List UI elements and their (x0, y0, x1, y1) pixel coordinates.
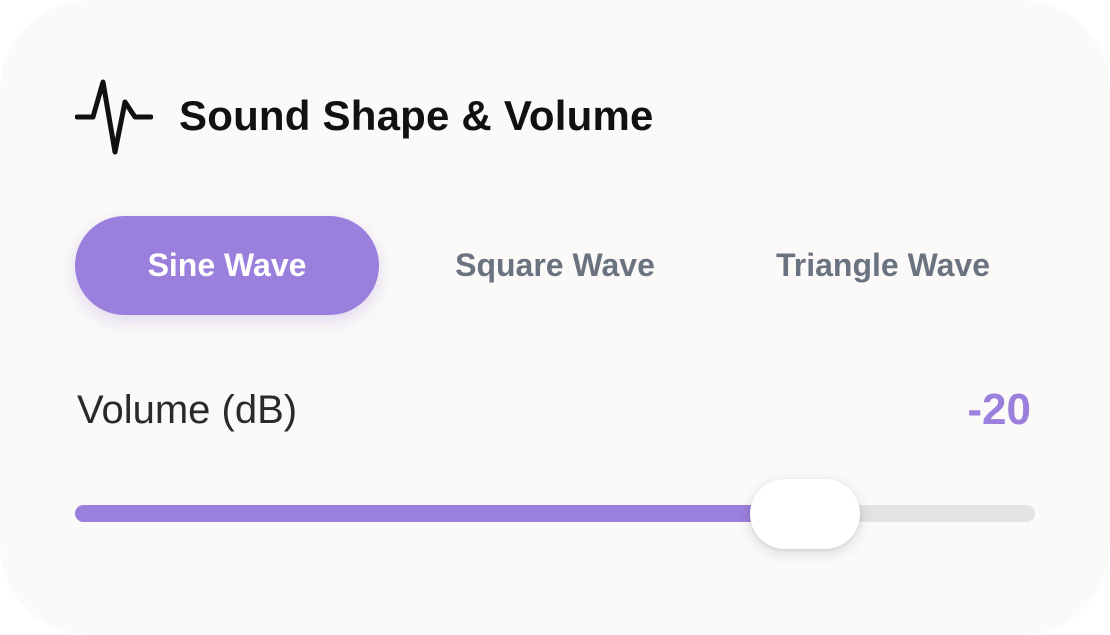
volume-label: Volume (dB) (77, 388, 298, 432)
card-title: Sound Shape & Volume (179, 92, 654, 139)
sound-settings-card: Sound Shape & Volume Sine Wave Square Wa… (0, 0, 1110, 635)
wave-shape-selector: Sine Wave Square Wave Triangle Wave (75, 216, 1035, 315)
volume-row: Volume (dB) -20 (75, 380, 1035, 440)
slider-thumb[interactable] (749, 479, 860, 549)
tab-triangle-wave[interactable]: Triangle Wave (731, 216, 1035, 315)
tab-square-wave[interactable]: Square Wave (405, 216, 705, 315)
card-header: Sound Shape & Volume (75, 75, 654, 157)
tab-sine-wave[interactable]: Sine Wave (75, 216, 379, 315)
volume-slider[interactable] (75, 475, 1035, 555)
waveform-icon (75, 76, 153, 156)
volume-value: -20 (967, 385, 1031, 434)
slider-fill (75, 505, 805, 522)
